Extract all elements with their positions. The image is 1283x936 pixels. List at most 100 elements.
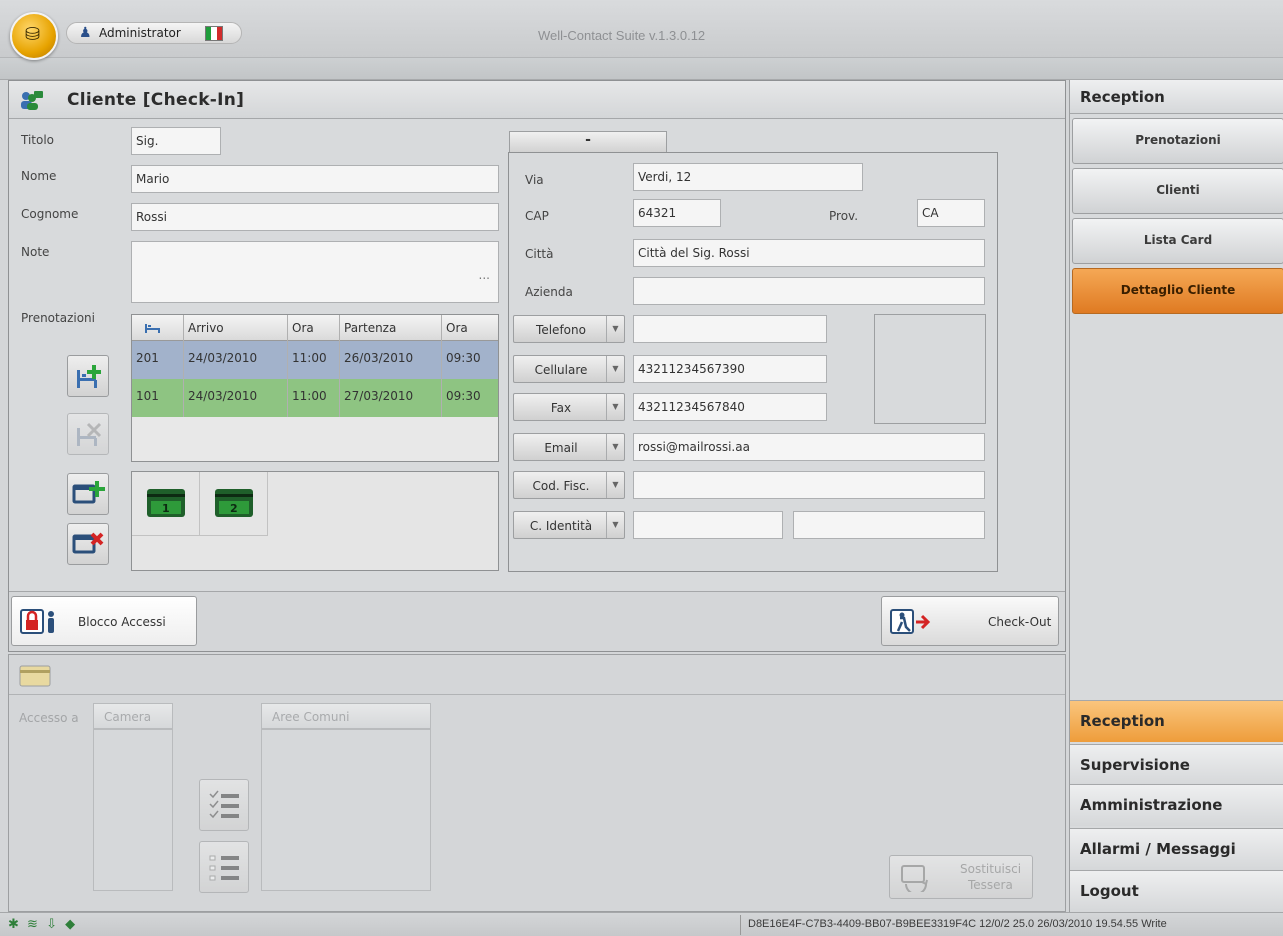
cards-list[interactable]: 1 2	[131, 471, 499, 571]
tessera-label: Tessera	[968, 878, 1013, 892]
ora-arrivo-column-header[interactable]: Ora	[288, 315, 340, 341]
user-pill[interactable]: ♟ Administrator	[66, 22, 242, 44]
via-field[interactable]: Verdi, 12	[633, 163, 863, 191]
nav-item-clienti[interactable]: Clienti	[1072, 168, 1283, 214]
action-bar: Blocco Accessi Check-Out	[9, 591, 1065, 651]
add-card-button[interactable]	[67, 473, 109, 515]
card-number: 1	[162, 502, 170, 515]
cellulare-type-dropdown[interactable]: Cellulare ▼	[513, 355, 625, 383]
note-more-button[interactable]: ...	[479, 268, 490, 282]
nav-section-amministrazione[interactable]: Amministrazione	[1070, 784, 1283, 826]
chevron-down-icon: ▼	[606, 512, 624, 538]
chevron-down-icon: ▼	[606, 356, 624, 382]
panel-header: Cliente [Check-In]	[9, 81, 1065, 119]
user-name: Administrator	[99, 26, 181, 40]
azienda-field[interactable]	[633, 277, 985, 305]
nav-item-prenotazioni[interactable]: Prenotazioni	[1072, 118, 1283, 164]
bed-icon	[145, 324, 160, 333]
app-logo-icon[interactable]: ⛁	[10, 12, 58, 60]
cod-fisc-field[interactable]	[633, 471, 985, 499]
arrivo-cell: 24/03/2010	[184, 379, 288, 417]
table-row[interactable]: 101 24/03/2010 11:00 27/03/2010 09:30	[132, 379, 498, 417]
note-label: Note	[21, 245, 50, 259]
blocco-accessi-button[interactable]: Blocco Accessi	[11, 596, 197, 646]
titolo-field[interactable]: Sig.	[131, 127, 221, 155]
remove-card-button[interactable]	[67, 523, 109, 565]
lock-person-icon	[20, 609, 54, 634]
telefono-field[interactable]	[633, 315, 827, 343]
prov-field[interactable]: CA	[917, 199, 985, 227]
citta-field[interactable]: Città del Sig. Rossi	[633, 239, 985, 267]
nav-section-reception[interactable]: Reception	[1070, 700, 1283, 742]
client-panel: Cliente [Check-In] Titolo Sig. Nome Mari…	[8, 80, 1066, 652]
nome-field[interactable]: Mario	[131, 165, 499, 193]
camera-header: Camera	[93, 703, 173, 729]
right-navigation: Reception Prenotazioni Clienti Lista Car…	[1069, 80, 1283, 912]
room-cell: 201	[132, 341, 184, 379]
c-identita-field-2[interactable]	[793, 511, 985, 539]
email-field[interactable]: rossi@mailrossi.aa	[633, 433, 985, 461]
nav-item-dettaglio-cliente[interactable]: Dettaglio Cliente	[1072, 268, 1283, 314]
cognome-field[interactable]: Rossi	[131, 203, 499, 231]
card-item[interactable]: 1	[132, 472, 200, 536]
blocco-accessi-label: Blocco Accessi	[78, 615, 166, 629]
checklist-icon	[209, 790, 239, 819]
deselect-all-button[interactable]	[199, 841, 249, 893]
card-item[interactable]: 2	[200, 472, 268, 536]
panel-title: Cliente [Check-In]	[67, 90, 245, 110]
nav-header: Reception	[1070, 80, 1283, 114]
check-out-label: Check-Out	[988, 615, 1052, 629]
sostituisci-tessera-button[interactable]: Sostituisci Tessera	[889, 855, 1033, 899]
table-header: Arrivo Ora Partenza Ora	[132, 315, 498, 341]
client-photo[interactable]	[874, 314, 986, 424]
email-type-dropdown[interactable]: Email ▼	[513, 433, 625, 461]
check-out-icon	[890, 609, 931, 634]
nav-section-allarmi-messaggi[interactable]: Allarmi / Messaggi	[1070, 828, 1283, 870]
fax-field[interactable]: 43211234567840	[633, 393, 827, 421]
status-bar: ✱ ≋ ⇩ ◆ D8E16E4F-C7B3-4409-BB07-B9BEE331…	[0, 912, 1283, 936]
cod-fisc-type-label: Cod. Fisc.	[532, 479, 590, 493]
fax-type-dropdown[interactable]: Fax ▼	[513, 393, 625, 421]
prov-label: Prov.	[829, 209, 859, 223]
card-number: 2	[230, 502, 238, 515]
partenza-column-header[interactable]: Partenza	[340, 315, 442, 341]
bed-column-header[interactable]	[132, 315, 184, 341]
c-identita-field[interactable]	[633, 511, 783, 539]
bed-remove-icon	[77, 422, 102, 446]
sub-bar	[0, 58, 1283, 80]
card-remove-icon	[72, 532, 104, 554]
ora-partenza-column-header[interactable]: Ora	[442, 315, 498, 341]
ora-arrivo-cell: 11:00	[288, 341, 340, 379]
email-type-label: Email	[544, 441, 578, 455]
camera-list[interactable]	[93, 729, 173, 891]
fax-type-label: Fax	[550, 401, 572, 415]
note-field[interactable]: ...	[131, 241, 499, 303]
cellulare-field[interactable]: 43211234567390	[633, 355, 827, 383]
azienda-label: Azienda	[525, 285, 573, 299]
remove-booking-button[interactable]	[67, 413, 109, 455]
cap-field[interactable]: 64321	[633, 199, 721, 227]
c-identita-type-dropdown[interactable]: C. Identità ▼	[513, 511, 625, 539]
chevron-down-icon: ▼	[606, 434, 624, 460]
nav-item-lista-card[interactable]: Lista Card	[1072, 218, 1283, 264]
address-tab[interactable]: -	[509, 131, 667, 153]
card-add-icon	[72, 481, 105, 504]
chevron-down-icon: ▼	[606, 394, 624, 420]
telefono-type-dropdown[interactable]: Telefono ▼	[513, 315, 625, 343]
cod-fisc-type-dropdown[interactable]: Cod. Fisc. ▼	[513, 471, 625, 499]
citta-label: Città	[525, 247, 554, 261]
via-label: Via	[525, 173, 544, 187]
aree-comuni-list[interactable]	[261, 729, 431, 891]
arrivo-column-header[interactable]: Arrivo	[184, 315, 288, 341]
select-all-button[interactable]	[199, 779, 249, 831]
c-identita-type-label: C. Identità	[529, 519, 593, 533]
chevron-down-icon: ▼	[606, 472, 624, 498]
bookings-table[interactable]: Arrivo Ora Partenza Ora 201 24/03/2010 1…	[131, 314, 499, 462]
user-icon: ♟	[79, 25, 92, 41]
add-booking-button[interactable]	[67, 355, 109, 397]
titolo-label: Titolo	[21, 133, 55, 147]
nav-section-supervisione[interactable]: Supervisione	[1070, 744, 1283, 786]
nav-section-logout[interactable]: Logout	[1070, 870, 1283, 912]
check-out-button[interactable]: Check-Out	[881, 596, 1059, 646]
table-row[interactable]: 201 24/03/2010 11:00 26/03/2010 09:30	[132, 341, 498, 379]
